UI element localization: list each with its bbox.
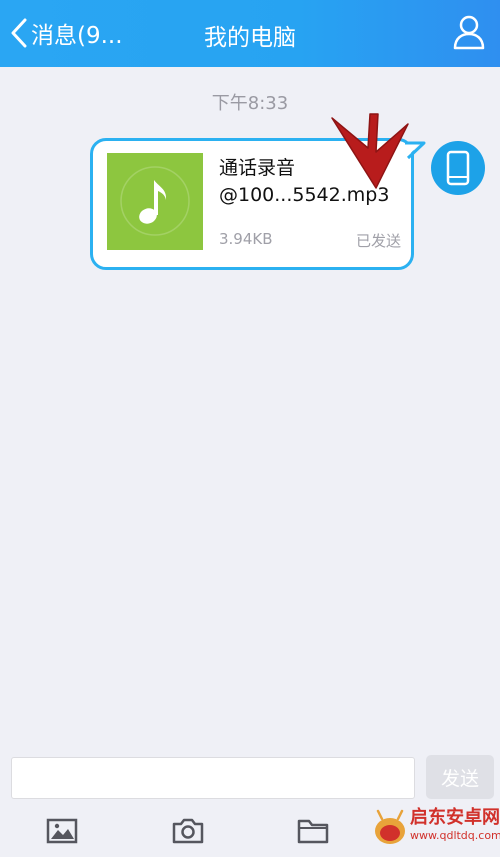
folder-icon [297,819,329,844]
person-icon [453,15,485,50]
phone-device-icon [446,150,470,186]
image-button[interactable] [46,817,78,849]
folder-button[interactable] [296,817,330,849]
send-status: 已发送 [355,232,401,250]
top-nav-bar: 消息(9... 我的电脑 [0,0,500,67]
watermark: 启东安卓网 www.qdltdq.com [370,793,500,857]
camera-icon [172,818,204,844]
watermark-logo-icon [375,809,405,844]
my-computer-avatar[interactable] [431,141,485,195]
message-input[interactable] [11,757,415,799]
profile-button[interactable] [452,14,486,54]
watermark-name: 启东安卓网 [410,807,500,828]
audio-file-thumbnail [107,153,203,250]
music-note-icon [120,166,190,236]
file-size: 3.94KB [219,230,273,248]
annotation-arrow-icon [331,113,409,189]
page-title: 我的电脑 [204,25,296,51]
image-icon [46,818,78,844]
camera-button[interactable] [171,817,205,849]
watermark-url: www.qdltdq.com [410,829,500,842]
message-timestamp: 下午8:33 [211,93,289,114]
